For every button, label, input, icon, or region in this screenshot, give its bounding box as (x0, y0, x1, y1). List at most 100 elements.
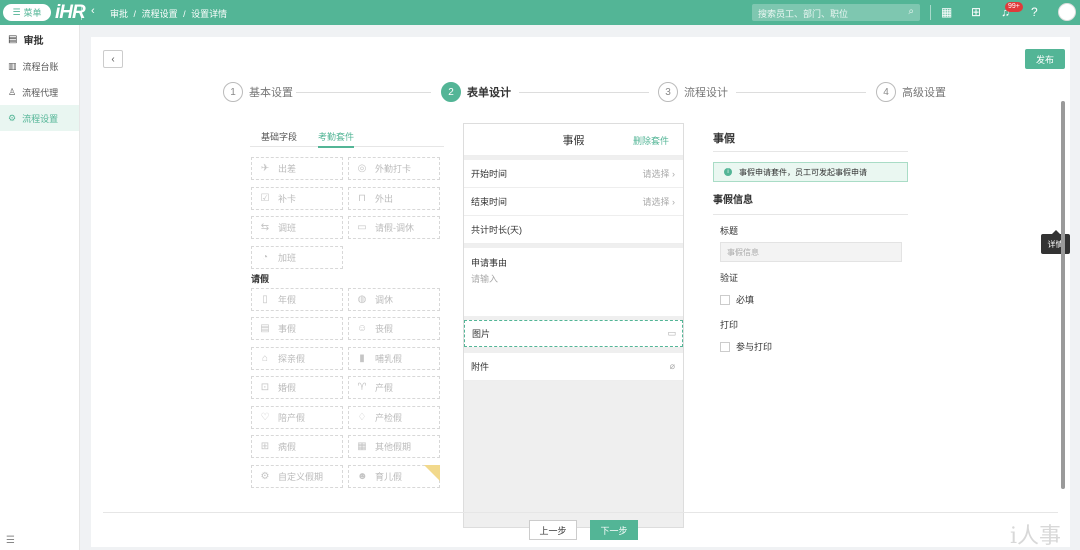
medical-icon: ⊞ (260, 441, 270, 452)
print-checkbox[interactable]: 参与打印 (720, 340, 908, 353)
delete-kit-link[interactable]: 删除套件 (633, 134, 669, 147)
home-icon: ⌂ (261, 353, 269, 364)
details-tooltip[interactable]: 详情 (1041, 230, 1070, 254)
field-chip[interactable]: ♢ 产检假 (348, 406, 440, 429)
kit-notice: i 事假申请套件，员工可发起事假申请 (713, 162, 908, 182)
step-advanced[interactable]: 4 高级设置 (876, 82, 946, 102)
properties-panel: 事假 i 事假申请套件，员工可发起事假申请 事假信息 标题 事假信息 验证 必填… (713, 130, 908, 353)
field-chip[interactable]: ♈ 产假 (348, 376, 440, 399)
help-icon[interactable]: ? (1031, 5, 1038, 19)
sidebar: ▤ 审批 ▥ 流程台账 ♙ 流程代理 ⚙ 流程设置 ☰ (0, 25, 80, 550)
breadcrumb-item[interactable]: 审批 (110, 9, 128, 19)
back-button[interactable]: ‹ (103, 50, 123, 68)
title-label: 标题 (720, 226, 739, 236)
prev-step-button[interactable]: 上一步 (529, 520, 577, 540)
paperclip-icon: ⌀ (669, 361, 675, 371)
field-chip[interactable]: ⌂ 探亲假 (251, 347, 343, 370)
form-field-attachment[interactable]: 附件 ⌀ (464, 353, 683, 381)
chevron-left-icon[interactable]: ‹ (91, 5, 95, 17)
field-chip[interactable]: ⇆ 调班 (251, 216, 343, 239)
baby-icon: ☻ (357, 471, 368, 482)
field-chip[interactable]: ▦ 其他假期 (348, 435, 440, 458)
step-connector (519, 92, 649, 93)
swap-icon: ⇆ (260, 222, 270, 233)
form-field-end[interactable]: 结束时间 请选择 › (464, 188, 683, 216)
form-field-start[interactable]: 开始时间 请选择 › (464, 160, 683, 188)
info-icon: i (724, 168, 732, 176)
search-input[interactable]: 搜索员工、部门、职位 ⌕ (752, 4, 920, 21)
step-form-design[interactable]: 2 表单设计 (441, 82, 511, 102)
list-icon: ☰ (12, 7, 21, 17)
field-chip[interactable]: ⊡ 婚假 (251, 376, 343, 399)
field-chip[interactable]: ♡ 陪产假 (251, 406, 343, 429)
print-label: 打印 (720, 320, 739, 330)
overtime-icon: ◔ (261, 252, 269, 263)
gear-icon: ⚙ (8, 112, 17, 123)
check-card-icon: ☑ (260, 193, 270, 204)
field-chip[interactable]: ⊓ 外出 (348, 187, 440, 210)
field-chip[interactable]: ⚙ 自定义假期 (251, 465, 343, 488)
stroller-icon: ♈ (357, 382, 367, 393)
field-chip[interactable]: ☺ 丧假 (348, 317, 440, 340)
sidebar-item-settings[interactable]: ⚙ 流程设置 (0, 105, 79, 131)
gift-icon: ⊡ (260, 382, 270, 393)
field-chip[interactable]: ◍ 调休 (348, 288, 440, 311)
palette-tabs: 基础字段 考勤套件 (250, 127, 444, 148)
breadcrumb-item: 设置详情 (191, 9, 228, 19)
new-corner-tag (424, 465, 440, 481)
search-icon: ⌕ (908, 6, 914, 17)
title-field[interactable]: 事假信息 (720, 242, 902, 262)
heart-icon: ♡ (260, 412, 270, 423)
step-flow-design[interactable]: 3 流程设计 (658, 82, 728, 102)
step-basic[interactable]: 1 基本设置 (223, 82, 293, 102)
location-icon: ◎ (357, 163, 367, 174)
image-icon: ▭ (667, 328, 676, 338)
sidebar-header: ▤ 审批 (8, 33, 44, 47)
person-icon: ♙ (8, 86, 17, 97)
menu-icon[interactable]: ☰ (6, 535, 15, 546)
stepper: 1 基本设置 2 表单设计 3 流程设计 4 高级设置 (91, 82, 1070, 102)
field-chip[interactable]: ▯ 年假 (251, 288, 343, 311)
form-field-image[interactable]: 图片 ▭ (464, 320, 683, 347)
menu-label: 菜单 (23, 8, 42, 18)
grid-icon: ▦ (357, 441, 367, 452)
field-chip[interactable]: ☑ 补卡 (251, 187, 343, 210)
step-connector (296, 92, 431, 93)
field-chip[interactable]: ◔ 加班 (251, 246, 343, 269)
field-chip[interactable]: ⊞ 病假 (251, 435, 343, 458)
menu-button[interactable]: ☰ 菜单 (3, 4, 51, 21)
breadcrumb-item[interactable]: 流程设置 (142, 9, 178, 19)
field-chip[interactable]: ☻ 育儿假 (348, 465, 440, 488)
field-chip[interactable]: ◎ 外勤打卡 (348, 157, 440, 180)
form-header: 事假 删除套件 (464, 124, 683, 156)
form-field-reason[interactable]: 申请事由 请输入 (464, 248, 683, 316)
coffee-icon: ◍ (357, 294, 367, 305)
form-field-duration[interactable]: 共计时长(天) (464, 216, 683, 244)
scrollbar-thumb[interactable] (1061, 101, 1065, 489)
required-checkbox[interactable]: 必填 (720, 293, 908, 306)
field-chip[interactable]: ✈ 出差 (251, 157, 343, 180)
condolence-icon: ☺ (357, 323, 368, 334)
main-card: ‹ 发布 1 基本设置 2 表单设计 3 流程设计 4 高级设置 基础字段 考勤… (91, 37, 1070, 547)
field-chip[interactable]: ▭ 请假-调休 (348, 216, 440, 239)
section-label-leave: 请假 (251, 274, 270, 284)
scrollbar[interactable] (1061, 101, 1065, 489)
org-chart-icon[interactable]: ⊞ (971, 5, 981, 19)
field-chip[interactable]: ▮ 哺乳假 (348, 347, 440, 370)
qrcode-icon[interactable]: ▦ (941, 5, 952, 19)
tab-attendance-kit[interactable]: 考勤套件 (318, 130, 355, 148)
field-palette: 基础字段 考勤套件 ✈ 出差 ◎ 外勤打卡 ☑ 补卡 ⊓ 外出 ⇆ 调班 ▭ 请假-调休 ◔… (250, 127, 444, 527)
notification-badge: 99+ (1005, 2, 1023, 12)
divider (930, 5, 931, 20)
watermark: i人事 (1010, 524, 1062, 549)
field-chip[interactable]: ▤ 事假 (251, 317, 343, 340)
footer-divider (103, 512, 1058, 513)
avatar[interactable] (1058, 3, 1076, 21)
next-step-button[interactable]: 下一步 (590, 520, 638, 540)
sidebar-item-proxy[interactable]: ♙ 流程代理 (0, 79, 79, 105)
sidebar-item-ledger[interactable]: ▥ 流程台账 (0, 53, 79, 79)
trip-icon: ✈ (260, 163, 270, 174)
breadcrumb: 审批 / 流程设置 / 设置详情 (110, 9, 228, 19)
publish-button[interactable]: 发布 (1025, 49, 1065, 69)
tab-basic-fields[interactable]: 基础字段 (261, 130, 297, 143)
